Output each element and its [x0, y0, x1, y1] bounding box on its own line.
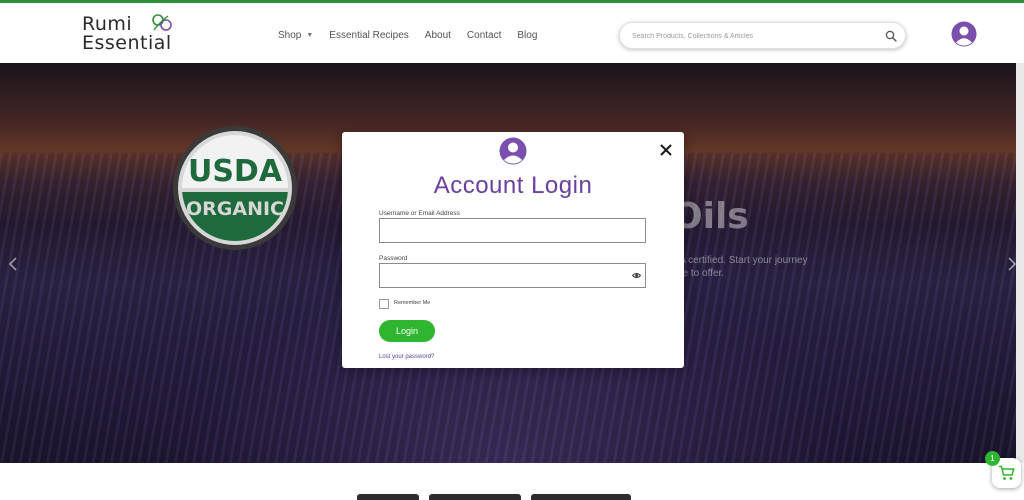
remember-me-checkbox[interactable]	[379, 299, 389, 309]
nav-about-label: About	[424, 29, 451, 41]
rumi-essential-logo[interactable]: Rumi Essential	[82, 12, 182, 56]
nav-shop[interactable]: Shop ▼	[278, 30, 313, 41]
nav-blog-label: Blog	[517, 29, 538, 41]
modal-title: Account Login	[433, 172, 593, 199]
heading-fragment	[429, 494, 521, 500]
nav-contact[interactable]: Contact	[467, 30, 501, 41]
search-box	[619, 22, 906, 49]
seal-organic-text: ORGANIC	[186, 198, 284, 220]
account-login-modal: Account Login Username or Email Address …	[342, 132, 684, 368]
search-icon[interactable]	[885, 30, 897, 42]
username-field[interactable]	[379, 218, 646, 243]
eye-icon[interactable]	[632, 272, 641, 279]
nav-blog[interactable]: Blog	[517, 30, 537, 41]
login-button[interactable]: Login	[379, 320, 435, 342]
nav-contact-label: Contact	[466, 29, 502, 41]
heading-fragment	[357, 494, 419, 500]
search-input[interactable]	[632, 28, 872, 44]
cart-count-badge: 1	[985, 451, 1000, 466]
seal-usda-text: USDA	[188, 154, 283, 189]
nav-essential-recipes[interactable]: Essential Recipes	[329, 30, 408, 41]
site-header: Rumi Essential Shop ▼ Essential Recipes …	[0, 3, 1024, 63]
cart-icon	[999, 465, 1015, 480]
chevron-left-icon[interactable]	[6, 255, 20, 273]
usda-organic-seal: USDA ORGANIC	[173, 126, 297, 250]
nav-essential-recipes-label: Essential Recipes	[329, 29, 409, 41]
password-field[interactable]	[379, 263, 646, 288]
user-circle-icon	[499, 137, 527, 165]
logo-line-2: Essential	[82, 32, 172, 54]
hero-description-line-1: DA certified. Start your journey	[672, 255, 808, 266]
nav-shop-label: Shop	[278, 29, 302, 41]
lost-password-link[interactable]: Lost your password?	[379, 354, 434, 360]
logo-leaf-icon	[152, 14, 172, 31]
heading-fragment	[531, 494, 631, 500]
next-section-heading-peek	[355, 490, 655, 500]
main-nav: Shop ▼ Essential Recipes About Contact B…	[278, 25, 537, 45]
username-label: Username or Email Address	[379, 210, 460, 217]
password-label: Password	[379, 255, 408, 262]
user-circle-icon[interactable]	[951, 21, 977, 47]
remember-me-label: Remember Me	[394, 300, 431, 306]
nav-about[interactable]: About	[425, 30, 451, 41]
page-scrollbar[interactable]	[1016, 63, 1024, 463]
chevron-down-icon: ▼	[306, 31, 314, 39]
close-icon[interactable]	[660, 144, 672, 156]
